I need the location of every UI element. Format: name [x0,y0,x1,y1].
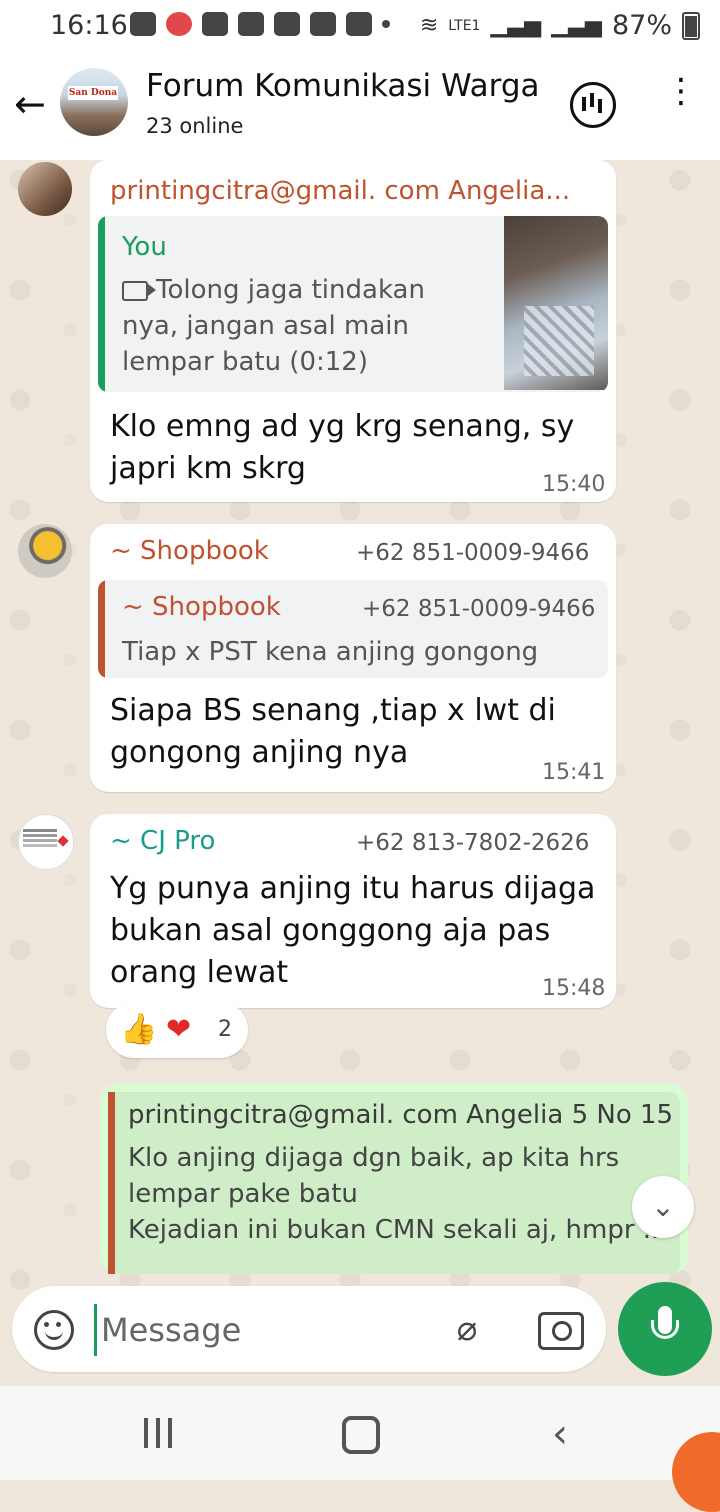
sender-avatar[interactable] [18,524,72,578]
sticker-emoji-icon[interactable] [34,1310,74,1350]
message-input[interactable] [94,1304,441,1356]
recent-apps-button[interactable] [144,1418,176,1448]
app-notification-icon [166,12,192,36]
quote-text: Tolong jaga tindakan nya, jangan asal ma… [122,272,482,380]
quote-phone: +62 851-0009-9466 [362,596,596,622]
voice-chat-icon[interactable] [570,82,616,128]
quoted-message[interactable]: printingcitra@gmail. com Angelia 5 No 15… [108,1092,680,1274]
reaction-count: 2 [218,1017,232,1042]
quoted-message[interactable]: You Tolong jaga tindakan nya, jangan asa… [98,216,608,392]
quote-bar [98,216,105,392]
voice-record-mic-button[interactable] [618,1282,712,1376]
back-button[interactable]: ← [14,84,54,124]
online-count: 23 online [146,114,244,138]
arrow-left-icon: ← [14,82,46,126]
camera-icon[interactable] [538,1312,584,1350]
quote-text: Klo anjing dijaga dgn baik, ap kita hrs … [128,1143,668,1245]
message-time: 15:41 [542,760,606,785]
chat-header: ← San Dona Forum Komunikasi Warga 23 onl… [0,52,720,161]
system-nav-bar: ‹ [0,1386,720,1480]
status-time: 16:16 [50,10,128,41]
app-notification-icon-3 [346,12,372,36]
sender-name[interactable]: ~ CJ Pro [110,826,215,856]
avatar-sign-text: San Dona [68,86,118,100]
message-text: Klo emng ad yg krg senang, sy japri km s… [110,409,575,486]
video-icon [122,280,156,301]
status-bar: 16:16 ≋ LTE1 ▁▃▅ ▁▃▅ 87% [0,0,720,52]
sender-name[interactable]: ~ Shopbook [110,536,269,566]
message-text: Yg punya anjing itu harus dijaga bukan a… [110,871,596,990]
battery-icon [682,11,700,40]
chevron-double-down-icon: ⌄ [651,1190,675,1223]
quote-author: printingcitra@gmail. com Angelia 5 No 15 [128,1100,674,1130]
status-right: ≋ LTE1 ▁▃▅ ▁▃▅ 87% [420,10,700,41]
message-time: 15:48 [542,976,606,1001]
quote-text-content: Tolong jaga tindakan nya, jangan asal ma… [122,275,425,377]
sender-phone[interactable]: +62 851-0009-9466 [356,540,589,566]
home-button[interactable] [342,1416,380,1454]
signal-icon: ▁▃▅ [490,13,542,38]
sender-name[interactable]: printingcitra@gmail. com Angelia... [110,176,570,206]
group-title[interactable]: Forum Komunikasi Warga [146,68,540,104]
sender-avatar[interactable] [18,162,72,216]
quote-text: Tiap x PST kena anjing gongong [122,637,539,667]
message-bubble[interactable]: ~ CJ Pro +62 813-7802-2626 Yg punya anji… [90,814,616,1008]
recent-bar [156,1418,160,1448]
message-bubble[interactable]: ~ Shopbook +62 851-0009-9466 ~ Shopbook … [90,524,616,792]
outgoing-message-bubble[interactable]: printingcitra@gmail. com Angelia 5 No 15… [100,1084,688,1274]
quote-author: You [122,232,167,262]
quote-author: ~ Shopbook [122,592,281,622]
scroll-to-bottom-button[interactable]: ⌄ [632,1176,694,1238]
app-notification-icon-2 [274,12,300,36]
quoted-message[interactable]: ~ Shopbook +62 851-0009-9466 Tiap x PST … [98,580,608,678]
avatar-logo [57,835,69,847]
sender-phone[interactable]: +62 813-7802-2626 [356,830,589,856]
video-thumbnail[interactable] [504,216,608,390]
group-avatar[interactable]: San Dona [60,68,128,136]
battery-percent: 87% [611,10,672,41]
notification-icons [130,12,390,36]
avatar-lines [23,829,57,832]
heart-reaction: ❤ [166,1012,192,1047]
thumbs-up-reaction: 👍 [120,1012,158,1047]
shield-icon [310,12,336,36]
message-notification-icon [130,12,156,36]
quote-bar [98,580,105,678]
message-reactions[interactable]: 👍 ❤ 2 [106,1002,248,1058]
gift-icon [202,12,228,36]
signal-icon-2: ▁▃▅ [551,13,602,38]
message-composer: ⌀ [12,1286,606,1372]
attach-paperclip-icon[interactable]: ⌀ [452,1308,482,1350]
message-bubble[interactable]: printingcitra@gmail. com Angelia... You … [90,160,616,502]
quote-bar [108,1092,115,1274]
message-list[interactable]: printingcitra@gmail. com Angelia... You … [0,160,720,1280]
recent-bar [168,1418,172,1448]
recent-bar [144,1418,148,1448]
more-notifications-dot [382,20,390,28]
nav-back-button[interactable]: ‹ [552,1414,568,1454]
wifi-icon: ≋ [419,13,439,38]
message-text: Siapa BS senang ,tiap x lwt di gongong a… [110,693,556,770]
message-time: 15:40 [542,472,606,497]
more-options-icon[interactable]: ⋮ [664,74,698,126]
network-label: LTE1 [448,17,481,34]
youtube-icon [238,12,264,36]
sender-avatar[interactable] [18,814,74,870]
